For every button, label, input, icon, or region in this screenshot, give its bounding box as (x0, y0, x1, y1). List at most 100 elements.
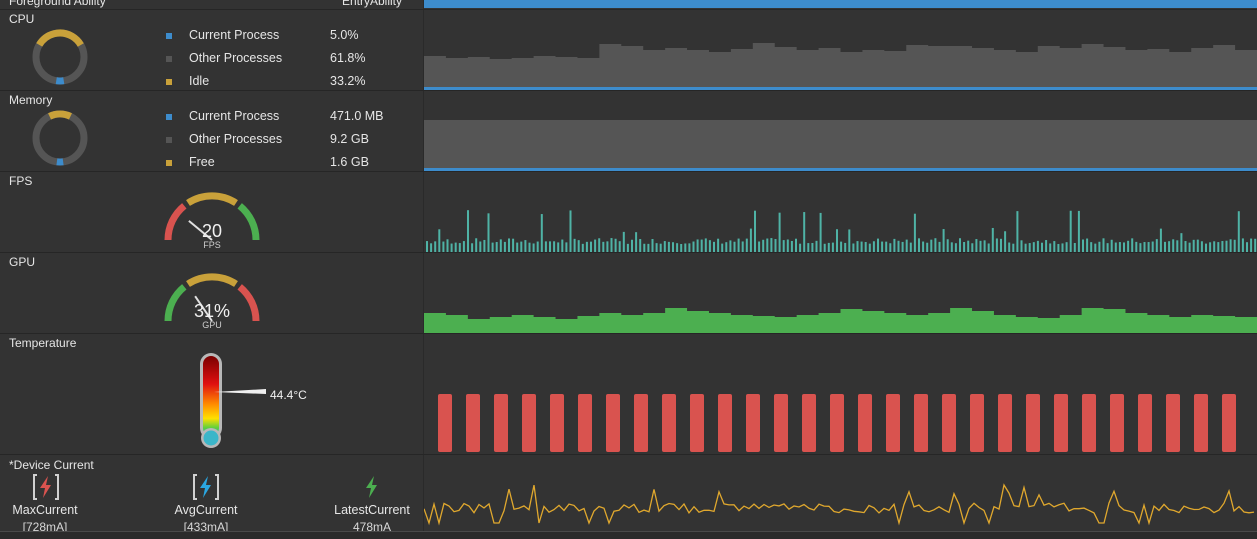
fps-bar (893, 238, 896, 252)
fps-bar (688, 243, 691, 252)
fps-bar (594, 239, 597, 252)
fps-bar (446, 239, 449, 252)
temperature-title: Temperature (9, 336, 77, 350)
gpu-timeline[interactable] (424, 252, 1257, 333)
fps-bar (749, 228, 752, 252)
fps-row[interactable]: FPS 20 FPS (0, 171, 424, 252)
fps-bar (1118, 242, 1121, 252)
fps-bar (803, 212, 806, 252)
memory-row[interactable]: Memory Current Process 471.0 MB Other Pr… (0, 90, 424, 171)
fps-bar (430, 243, 433, 252)
fps-bar (1127, 240, 1130, 252)
fps-bar (717, 238, 720, 252)
fps-bar (1229, 239, 1232, 252)
legend-value: 9.2 GB (330, 132, 369, 146)
fps-bar (467, 210, 469, 252)
fps-bar (1237, 211, 1240, 252)
fps-bar (1209, 242, 1212, 252)
gpu-row[interactable]: GPU 31% GPU (0, 252, 424, 333)
fps-bar (700, 239, 703, 252)
temperature-bar (690, 394, 704, 452)
fps-bar (479, 241, 482, 252)
fps-bar (1159, 228, 1162, 252)
fps-bar (1110, 239, 1113, 252)
fps-bar (795, 238, 797, 252)
fps-bar (672, 242, 674, 252)
temperature-bar (942, 394, 956, 452)
fps-bar (1032, 242, 1035, 252)
fps-bar (454, 242, 457, 252)
fps-gauge-high-arc (237, 203, 260, 241)
fps-bar (1057, 243, 1060, 252)
cpu-other-area (424, 43, 1257, 88)
fps-bar (1028, 243, 1031, 252)
temperature-bar (1082, 394, 1096, 452)
fps-bar (1184, 241, 1187, 252)
fps-bar (532, 243, 535, 252)
fps-bar (885, 241, 888, 252)
fps-bar (946, 239, 949, 252)
avg-current-label: AvgCurrent (174, 503, 238, 517)
fps-bar (909, 242, 912, 252)
memory-timeline-chart (424, 120, 1257, 171)
cpu-timeline[interactable] (424, 9, 1257, 90)
fps-bar (1077, 210, 1080, 252)
fps-bar (1016, 211, 1019, 252)
fps-bar (1176, 240, 1179, 252)
fps-timeline[interactable] (424, 171, 1257, 252)
fps-bar (971, 243, 974, 252)
fps-bar (856, 241, 859, 252)
current-line (423, 483, 1255, 526)
max-current-icon (33, 474, 59, 500)
legend-label: Other Processes (189, 132, 283, 146)
fps-bar (1012, 243, 1015, 252)
temperature-bar (1166, 394, 1180, 452)
fps-bar (536, 241, 539, 252)
device-current-row[interactable]: *Device Current MaxCurrent [728mA] AvgCu… (0, 454, 424, 539)
fps-bar (696, 239, 699, 252)
fps-bar (495, 242, 498, 252)
fps-bar (1073, 242, 1076, 252)
fps-bar (1241, 238, 1244, 252)
fps-bar (1102, 238, 1105, 252)
fps-bar (1053, 241, 1056, 252)
temperature-timeline[interactable] (424, 333, 1257, 454)
memory-timeline[interactable] (424, 90, 1257, 171)
free-swatch (166, 160, 172, 166)
fps-bar (426, 241, 428, 252)
ability-timeline-bar[interactable] (424, 0, 1257, 8)
fps-bar (1036, 240, 1039, 252)
bottom-scroll-bar[interactable] (0, 531, 1257, 539)
fps-bar (475, 238, 478, 252)
temperature-bar (662, 394, 676, 452)
fps-bar (950, 242, 953, 252)
fps-bar (622, 231, 625, 252)
fps-bar (741, 241, 744, 252)
gpu-timeline-chart (424, 308, 1257, 333)
fps-bar (758, 241, 761, 252)
fps-bar (549, 241, 551, 252)
fps-bar (1254, 238, 1257, 252)
fps-bar (959, 238, 961, 252)
fps-bar (786, 239, 789, 252)
cpu-row[interactable]: CPU Current Process 5.0% Other Processes… (0, 9, 424, 90)
legend-item: Other Processes 61.8% (166, 51, 406, 74)
temperature-bar (634, 394, 648, 452)
fps-bar (1246, 242, 1248, 252)
gpu-unit: GPU (202, 320, 222, 330)
fps-bar (774, 239, 777, 252)
current-timeline[interactable] (423, 454, 1257, 531)
fps-bar (508, 238, 510, 252)
fps-bar (438, 229, 441, 252)
gpu-usage-area (424, 308, 1257, 333)
fps-bar (766, 238, 769, 252)
latest-current-label: LatestCurrent (334, 503, 410, 517)
fps-bar (901, 241, 904, 252)
legend-label: Current Process (189, 109, 280, 123)
temperature-bar (1026, 394, 1040, 452)
entry-ability-label: EntryAbility (342, 0, 403, 8)
fps-bar (1172, 239, 1175, 252)
fps-bar (540, 214, 543, 252)
fps-bar (831, 242, 834, 252)
fps-timeline-chart (426, 210, 1257, 252)
